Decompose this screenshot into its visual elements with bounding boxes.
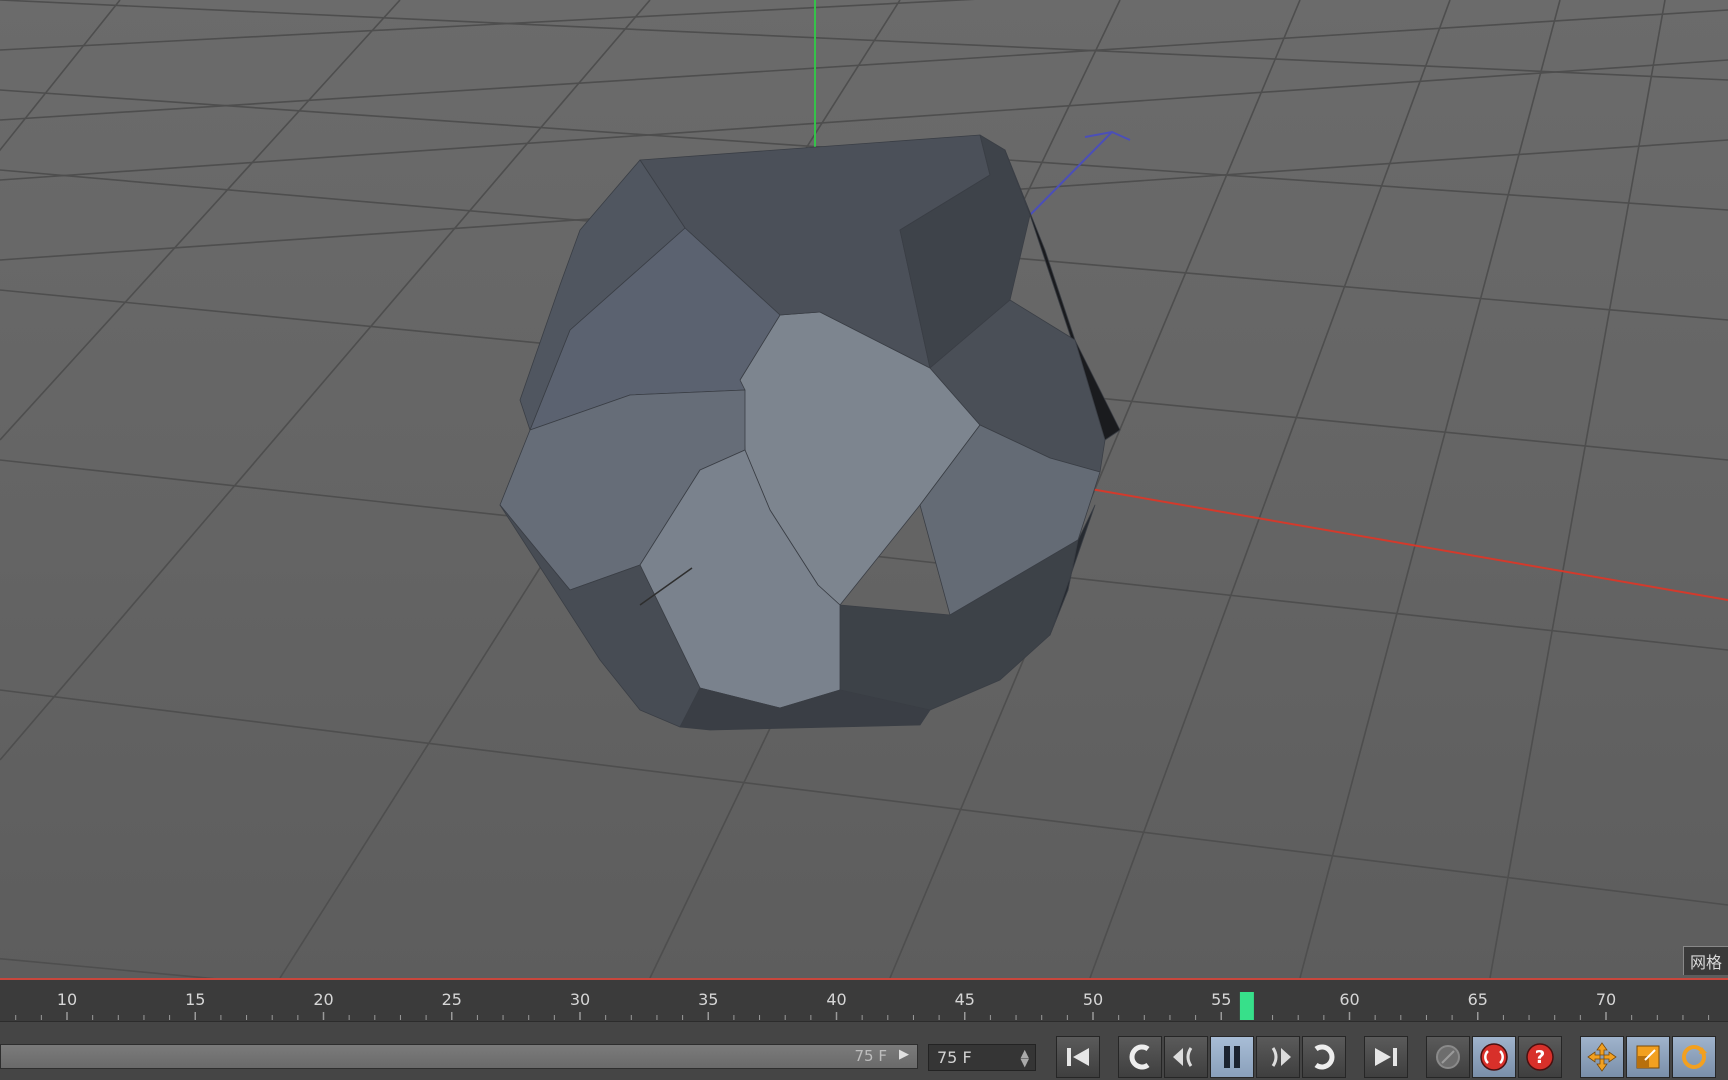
z-axis	[1029, 131, 1113, 216]
next-keyframe-button[interactable]	[1302, 1036, 1346, 1078]
question-icon: ?	[1526, 1043, 1554, 1071]
move-icon	[1587, 1042, 1617, 1072]
range-arrow-icon[interactable]: ▶	[899, 1047, 909, 1062]
move-tool-button[interactable]	[1580, 1036, 1624, 1078]
skip-to-start-icon	[1067, 1048, 1089, 1066]
ruler-label: 50	[1083, 990, 1103, 1009]
pause-button[interactable]	[1210, 1036, 1254, 1078]
step-forward-icon	[1271, 1047, 1291, 1067]
record-button[interactable]	[1472, 1036, 1516, 1078]
animation-toolbar: 75 F ▶ 75 F ▲ ▼ ?	[0, 1021, 1728, 1080]
pause-icon	[1224, 1046, 1240, 1068]
svg-text:?: ?	[1535, 1047, 1545, 1068]
preview-range-slider[interactable]: 75 F ▶	[0, 1044, 918, 1069]
rotate-icon	[1682, 1045, 1707, 1069]
ruler-label: 70	[1596, 990, 1616, 1009]
ruler-label: 35	[698, 990, 718, 1009]
previous-key-icon	[1129, 1044, 1150, 1070]
ruler-label: 30	[570, 990, 590, 1009]
step-back-icon	[1173, 1047, 1193, 1067]
skip-to-end-icon	[1375, 1048, 1397, 1066]
previous-keyframe-button[interactable]	[1118, 1036, 1162, 1078]
go-to-start-button[interactable]	[1056, 1036, 1100, 1078]
keyframe-selection-button[interactable]	[1426, 1036, 1470, 1078]
end-frame-field[interactable]: 75 F ▲ ▼	[928, 1044, 1036, 1071]
record-icon	[1480, 1043, 1508, 1071]
polyhedron-mesh[interactable]	[499, 134, 1121, 731]
ruler-label: 65	[1468, 990, 1488, 1009]
ruler-label: 25	[442, 990, 462, 1009]
go-to-end-button[interactable]	[1364, 1036, 1408, 1078]
ruler-label: 20	[313, 990, 333, 1009]
key-selection-icon	[1436, 1045, 1460, 1069]
step-forward-button[interactable]	[1256, 1036, 1300, 1078]
timeline-ruler[interactable]: 10 15 20 25 30 35 40 45 50 55 60 65 70	[0, 978, 1728, 1021]
step-back-button[interactable]	[1164, 1036, 1208, 1078]
x-axis	[1084, 487, 1728, 601]
ruler-label: 45	[955, 990, 975, 1009]
range-end-value: 75 F	[854, 1047, 887, 1065]
autokey-button[interactable]: ?	[1518, 1036, 1562, 1078]
next-key-icon	[1314, 1044, 1335, 1070]
stepper-icon[interactable]: ▲ ▼	[1021, 1048, 1029, 1068]
scale-icon	[1636, 1045, 1660, 1069]
3d-viewport[interactable]: 网格	[0, 0, 1728, 978]
playhead[interactable]	[1239, 992, 1254, 1020]
ruler-label: 60	[1339, 990, 1359, 1009]
ruler-label: 40	[826, 990, 846, 1009]
rotate-tool-button[interactable]	[1672, 1036, 1716, 1078]
viewport-scene	[0, 0, 1728, 978]
viewport-label: 网格	[1682, 946, 1728, 975]
end-frame-value: 75 F	[937, 1048, 972, 1067]
scale-tool-button[interactable]	[1626, 1036, 1670, 1078]
ruler-label: 55	[1211, 990, 1231, 1009]
ruler[interactable]: 10 15 20 25 30 35 40 45 50 55 60 65 70	[0, 980, 1728, 1021]
ruler-label: 10	[57, 990, 77, 1009]
ruler-label: 15	[185, 990, 205, 1009]
